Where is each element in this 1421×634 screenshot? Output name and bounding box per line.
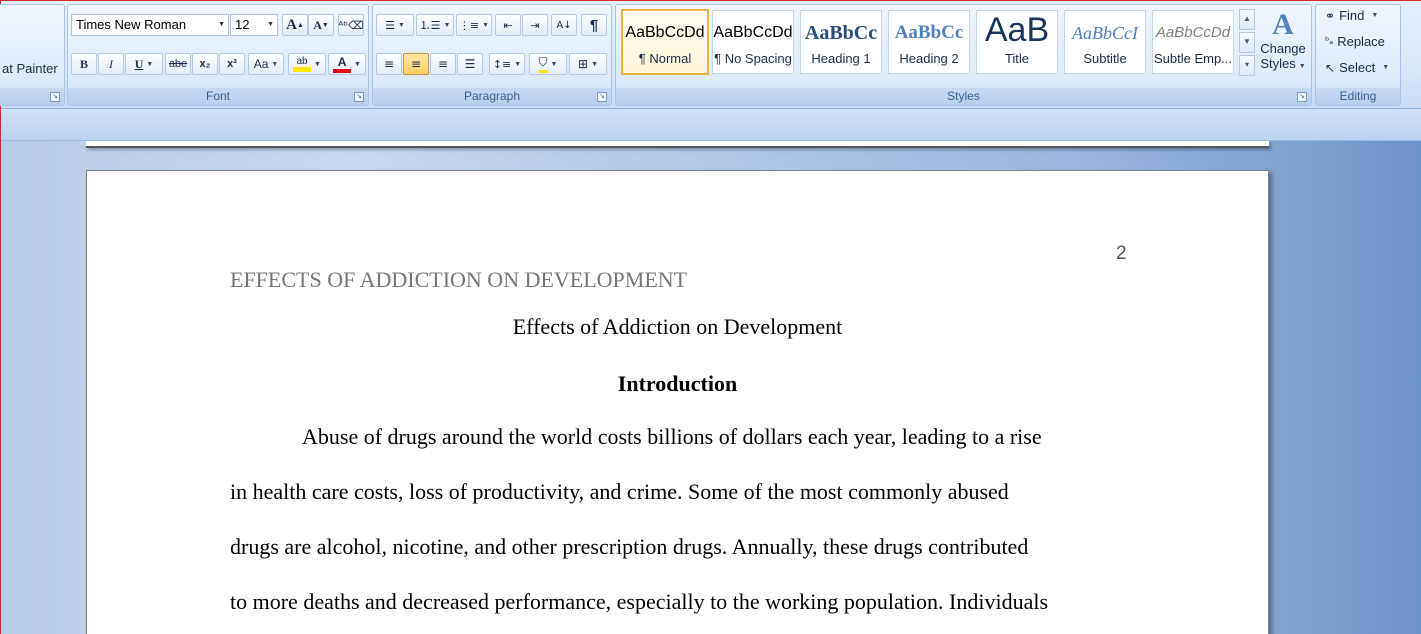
justify-button[interactable]: ☰ bbox=[457, 53, 483, 75]
italic-button[interactable]: I bbox=[98, 53, 124, 75]
previous-page-edge bbox=[86, 141, 1269, 148]
body-line: drugs are alcohol, nicotine, and other p… bbox=[230, 534, 1029, 559]
align-right-icon: ≡ bbox=[437, 57, 449, 71]
bold-button[interactable]: B bbox=[71, 53, 97, 75]
align-left-button[interactable]: ≡ bbox=[376, 53, 402, 75]
document-title: Effects of Addiction on Development bbox=[512, 314, 843, 339]
font-launcher-icon[interactable]: ↘ bbox=[354, 92, 364, 102]
font-group-label: Font bbox=[68, 88, 368, 105]
font-size-box[interactable]: 12 ▼ bbox=[230, 14, 278, 36]
replace-button[interactable]: ᵇₐ Replace bbox=[1325, 34, 1385, 49]
styles-more-button[interactable]: ▾ bbox=[1239, 55, 1255, 76]
style-heading-2[interactable]: AaBbCc Heading 2 bbox=[888, 10, 970, 74]
increase-indent-button[interactable]: ⇥ bbox=[522, 14, 548, 36]
numbering-button[interactable]: ⒈☰ ▼ bbox=[416, 14, 454, 36]
numbering-icon: ⒈☰ bbox=[419, 19, 441, 32]
superscript-button[interactable]: x² bbox=[219, 53, 245, 75]
clipboard-launcher-icon[interactable]: ↘ bbox=[50, 92, 60, 102]
highlight-button[interactable]: ab ▼ bbox=[288, 53, 326, 75]
line-spacing-icon: ↕≡ bbox=[492, 57, 512, 71]
style-title[interactable]: AaB Title bbox=[976, 10, 1058, 74]
multilevel-list-icon: ⋮≡ bbox=[458, 18, 480, 32]
align-center-button[interactable]: ≡ bbox=[403, 53, 429, 75]
running-head: EFFECTS OF ADDICTION ON DEVELOPMENT bbox=[230, 267, 688, 292]
align-left-icon: ≡ bbox=[383, 57, 395, 71]
page-number: 2 bbox=[1116, 243, 1127, 264]
sort-icon: A↓ bbox=[556, 19, 572, 31]
document-workspace[interactable]: 2 EFFECTS OF ADDICTION ON DEVELOPMENT Ef… bbox=[1, 141, 1421, 634]
sort-button[interactable]: A↓ bbox=[551, 14, 577, 36]
eraser-icon: ᴬᵇ⌫ bbox=[338, 18, 364, 32]
paragraph-launcher-icon[interactable]: ↘ bbox=[597, 92, 607, 102]
style-subtitle[interactable]: AaBbCcI Subtitle bbox=[1064, 10, 1146, 74]
style-no-spacing[interactable]: AaBbCcDd ¶ No Spacing bbox=[712, 10, 794, 74]
style-subtle-emphasis[interactable]: AaBbCcDd Subtle Emp... bbox=[1152, 10, 1234, 74]
select-button[interactable]: ↖ Select ▼ bbox=[1325, 60, 1389, 75]
style-normal[interactable]: AaBbCcDd ¶ Normal bbox=[621, 9, 709, 75]
borders-icon: ⊞ bbox=[578, 57, 589, 71]
bullets-icon: ☰ bbox=[385, 18, 395, 32]
justify-icon: ☰ bbox=[464, 57, 476, 71]
style-heading-1[interactable]: AaBbCc Heading 1 bbox=[800, 10, 882, 74]
increase-indent-icon: ⇥ bbox=[530, 18, 540, 32]
decrease-indent-button[interactable]: ⇤ bbox=[495, 14, 521, 36]
ruler-band bbox=[1, 109, 1421, 141]
clipboard-group: at Painter ↘ bbox=[0, 4, 65, 106]
bullets-button[interactable]: ☰ ▼ bbox=[376, 14, 414, 36]
body-line: to more deaths and decreased performance… bbox=[230, 589, 1049, 614]
styles-group-label: Styles bbox=[616, 88, 1311, 105]
highlighter-icon: ab bbox=[293, 56, 312, 72]
paint-bucket-icon: ⛉ bbox=[538, 55, 548, 73]
align-right-button[interactable]: ≡ bbox=[430, 53, 456, 75]
editing-group-label: Editing bbox=[1316, 88, 1400, 105]
cursor-arrow-icon: ↖ bbox=[1325, 60, 1336, 75]
font-color-icon: A bbox=[333, 55, 352, 73]
body-line: Abuse of drugs around the world costs bi… bbox=[302, 424, 1042, 449]
change-case-button[interactable]: Aa ▼ bbox=[248, 53, 284, 75]
multilevel-list-button[interactable]: ⋮≡ ▼ bbox=[456, 14, 492, 36]
font-name-box[interactable]: Times New Roman ▼ bbox=[71, 14, 229, 36]
replace-icon: ᵇₐ bbox=[1325, 36, 1334, 47]
section-heading: Introduction bbox=[617, 371, 738, 396]
format-painter-button[interactable]: at Painter bbox=[2, 61, 58, 76]
underline-button[interactable]: U ▼ bbox=[125, 53, 163, 75]
find-button[interactable]: ⚭ Find ▼ bbox=[1325, 8, 1378, 23]
binoculars-icon: ⚭ bbox=[1325, 8, 1336, 23]
change-styles-button[interactable]: A Change Styles ▼ bbox=[1259, 8, 1307, 72]
shading-button[interactable]: ⛉ ▼ bbox=[529, 53, 567, 75]
styles-launcher-icon[interactable]: ↘ bbox=[1297, 92, 1307, 102]
paragraph-group-label: Paragraph bbox=[373, 88, 611, 105]
body-line: in health care costs, loss of productivi… bbox=[230, 479, 1009, 504]
paragraph-group: ☰ ▼ ⒈☰ ▼ ⋮≡ ▼ ⇤ ⇥ A↓ ¶ ≡ ≡ ≡ ☰ ↕≡ ▼ ⛉ ▼ … bbox=[372, 4, 612, 106]
show-formatting-button[interactable]: ¶ bbox=[581, 14, 607, 36]
clear-formatting-button[interactable]: ᴬᵇ⌫ bbox=[338, 14, 364, 36]
font-group: Times New Roman ▼ 12 ▼ A ▲ A ▼ ᴬᵇ⌫ B I U ▼ ab… bbox=[67, 4, 369, 106]
ribbon: at Painter ↘ Times New Roman ▼ 12 ▼ A ▲ A ▼ … bbox=[0, 1, 1421, 109]
font-color-button[interactable]: A ▼ bbox=[328, 53, 366, 75]
change-styles-icon: A bbox=[1272, 8, 1294, 41]
grow-font-button[interactable]: A ▲ bbox=[282, 14, 308, 36]
align-center-icon: ≡ bbox=[410, 57, 422, 71]
line-spacing-button[interactable]: ↕≡ ▼ bbox=[489, 53, 525, 75]
styles-scroll-up-button[interactable]: ▲ bbox=[1239, 9, 1255, 30]
decrease-indent-icon: ⇤ bbox=[503, 18, 513, 32]
subscript-button[interactable]: x₂ bbox=[192, 53, 218, 75]
strikethrough-button[interactable]: abe bbox=[165, 53, 191, 75]
shrink-font-button[interactable]: A ▼ bbox=[308, 14, 334, 36]
styles-scroll-down-button[interactable]: ▼ bbox=[1239, 32, 1255, 53]
document-page[interactable]: 2 EFFECTS OF ADDICTION ON DEVELOPMENT Ef… bbox=[86, 170, 1269, 634]
borders-button[interactable]: ⊞ ▼ bbox=[569, 53, 607, 75]
